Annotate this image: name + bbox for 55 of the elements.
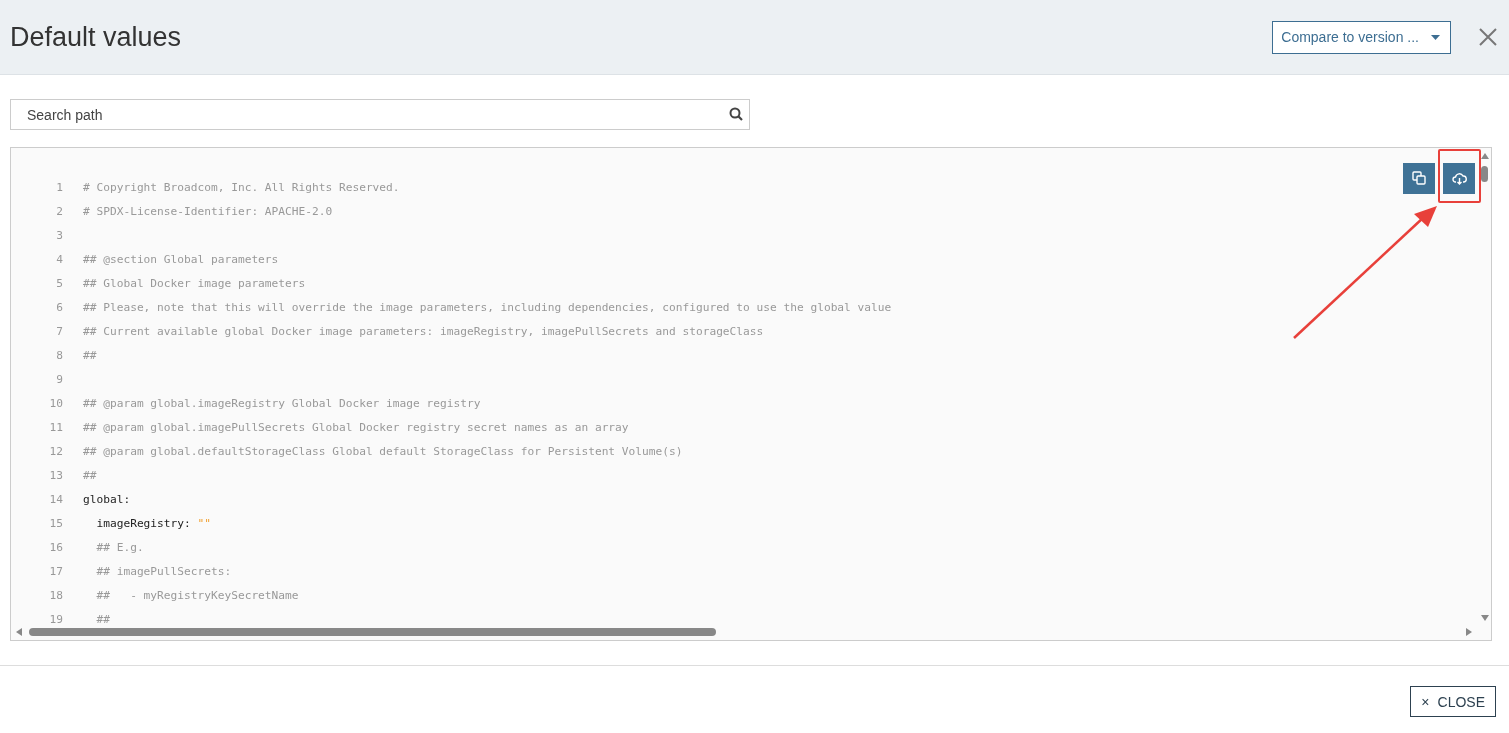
code-key: imageRegistry: xyxy=(83,516,191,530)
code-comment: ## Current available global Docker image parameters: imageRegistry, imagePullSecrets and storageClass xyxy=(83,324,764,338)
scroll-left-icon[interactable] xyxy=(15,628,23,636)
code-comment: ## @section Global parameters xyxy=(83,252,279,266)
close-button[interactable]: × CLOSE xyxy=(1410,686,1496,717)
compare-dropdown[interactable]: Compare to version ... xyxy=(1272,20,1451,54)
line-number: 2 xyxy=(55,204,64,218)
code-comment: ## @param global.imageRegistry Global Docker image registry xyxy=(83,396,481,410)
code-comment: ## xyxy=(83,348,97,362)
line-number: 7 xyxy=(55,324,64,338)
line-number: 6 xyxy=(55,300,64,314)
copy-button[interactable] xyxy=(1403,163,1435,194)
line-number: 18 xyxy=(48,588,64,602)
line-number: 1 xyxy=(55,180,64,194)
line-number: 4 xyxy=(55,252,64,266)
code-comment: # SPDX-License-Identifier: APACHE-2.0 xyxy=(83,204,333,218)
line-number: 3 xyxy=(55,228,64,242)
line-number: 12 xyxy=(48,444,64,458)
search-field[interactable]: Search path xyxy=(10,99,750,130)
scrollbar-thumb[interactable] xyxy=(1481,166,1488,182)
code-comment: ## Please, note that this will override the image parameters, including dependencies, configured to use the global value xyxy=(83,300,892,314)
line-number: 5 xyxy=(55,276,64,290)
cloud-download-icon xyxy=(1451,171,1467,186)
code-key: global: xyxy=(83,492,131,506)
code-comment: ## @param global.imagePullSecrets Global Docker registry secret names as an array xyxy=(83,420,629,434)
code-comment: ## xyxy=(95,612,110,626)
dialog-title: Default values xyxy=(10,21,183,53)
copy-icon xyxy=(1411,171,1427,186)
line-number: 13 xyxy=(48,468,64,482)
caret-icon xyxy=(1431,34,1440,40)
code-comment: ## @param global.defaultStorageClass Global default StorageClass for Persistent Volume(s) xyxy=(83,444,683,458)
line-number: 9 xyxy=(55,372,64,386)
code-comment: # Copyright Broadcom, Inc. All Rights Reserved. xyxy=(83,180,400,194)
line-number: 11 xyxy=(48,420,64,434)
line-number: 8 xyxy=(55,348,64,362)
highlight-frame xyxy=(1438,149,1481,203)
download-button[interactable] xyxy=(1443,163,1475,194)
code-comment: ## E.g. xyxy=(95,540,144,554)
line-number: 19 xyxy=(48,612,64,626)
code-comment: ## Global Docker image parameters xyxy=(83,276,306,290)
line-number: 17 xyxy=(48,564,64,578)
search-icon xyxy=(729,107,743,121)
line-number: 15 xyxy=(48,516,64,530)
line-number: 10 xyxy=(48,396,64,410)
scrollbar-thumb[interactable] xyxy=(29,628,716,636)
line-number: 14 xyxy=(48,492,64,506)
code-comment: ## xyxy=(83,468,97,482)
line-number: 16 xyxy=(48,540,64,554)
scroll-down-icon[interactable] xyxy=(1481,614,1489,622)
code-comment: ## imagePullSecrets: xyxy=(95,564,232,578)
code-string: "" xyxy=(197,516,211,530)
code-comment: ## - myRegistryKeySecretName xyxy=(95,588,299,602)
scroll-up-icon[interactable] xyxy=(1481,152,1489,160)
scroll-right-icon[interactable] xyxy=(1465,628,1473,636)
close-icon[interactable] xyxy=(1479,28,1497,46)
